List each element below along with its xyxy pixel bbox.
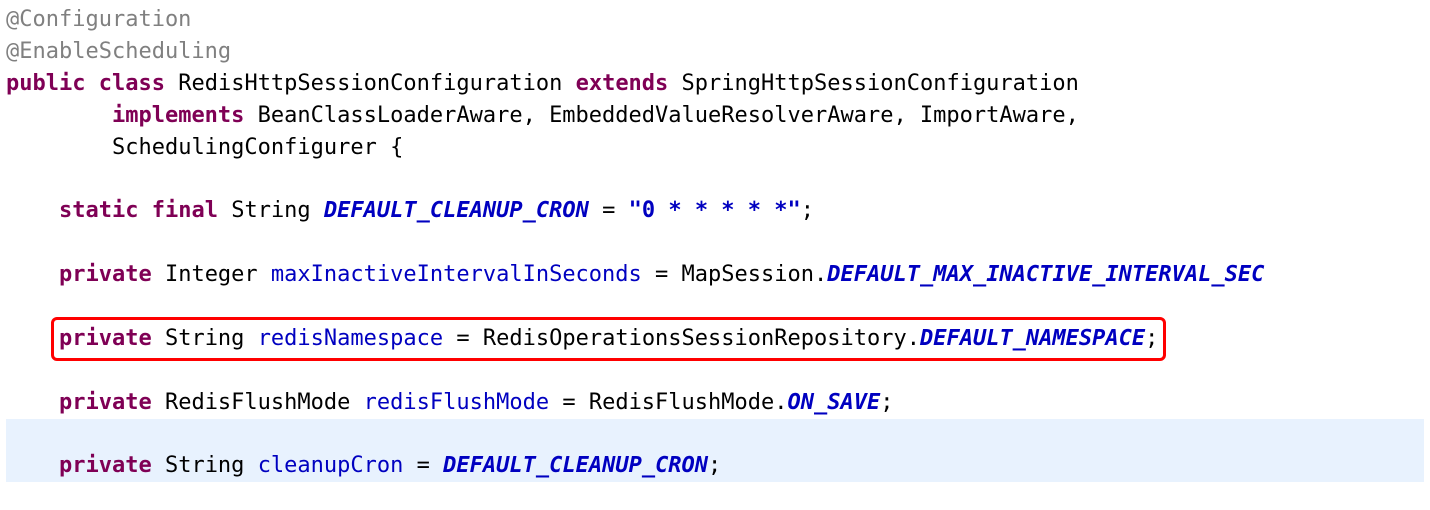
- equals: =: [549, 390, 589, 415]
- field-redis-namespace: redisNamespace: [258, 326, 443, 351]
- equals: =: [403, 453, 443, 478]
- string-literal: "0 * * * * *": [629, 198, 801, 223]
- equals: =: [589, 198, 629, 223]
- highlighted-line: private String redisNamespace = RedisOpe…: [59, 323, 1158, 355]
- type-integer: Integer: [165, 262, 258, 287]
- const-ref: ON_SAVE: [788, 390, 881, 415]
- field-flush-mode: redisFlushMode: [364, 390, 549, 415]
- qualifier: RedisFlushMode.: [589, 390, 788, 415]
- field-cleanup-cron: cleanupCron: [258, 453, 404, 478]
- equals: =: [443, 326, 483, 351]
- keyword-private: private: [59, 262, 152, 287]
- keyword-private: private: [59, 326, 152, 351]
- keyword-extends: extends: [576, 71, 669, 96]
- type-string: String: [165, 326, 244, 351]
- const-ref: DEFAULT_NAMESPACE: [920, 326, 1145, 351]
- class-name: RedisHttpSessionConfiguration: [178, 71, 562, 96]
- const-ref: DEFAULT_CLEANUP_CRON: [443, 453, 708, 478]
- keyword-static: static: [59, 198, 138, 223]
- keyword-private: private: [59, 390, 152, 415]
- keyword-public: public: [6, 71, 85, 96]
- super-class: SpringHttpSessionConfiguration: [682, 71, 1079, 96]
- const-name: DEFAULT_CLEANUP_CRON: [324, 198, 589, 223]
- const-ref: DEFAULT_MAX_INACTIVE_INTERVAL_SEC: [827, 262, 1264, 287]
- field-max-inactive: maxInactiveIntervalInSeconds: [271, 262, 642, 287]
- semicolon: ;: [1145, 326, 1158, 351]
- qualifier: MapSession.: [682, 262, 828, 287]
- semicolon: ;: [708, 453, 721, 478]
- type-string: String: [165, 453, 244, 478]
- code-block: @Configuration @EnableScheduling public …: [0, 0, 1430, 494]
- type-flushmode: RedisFlushMode: [165, 390, 350, 415]
- keyword-private: private: [59, 453, 152, 478]
- semicolon: ;: [801, 198, 814, 223]
- selection-background: private String cleanupCron = DEFAULT_CLE…: [6, 419, 1424, 483]
- annotation: @Configuration: [6, 7, 191, 32]
- interfaces-line1: BeanClassLoaderAware, EmbeddedValueResol…: [258, 103, 1079, 128]
- type-string: String: [231, 198, 310, 223]
- keyword-final: final: [152, 198, 218, 223]
- qualifier: RedisOperationsSessionRepository.: [483, 326, 920, 351]
- annotation: @EnableScheduling: [6, 39, 231, 64]
- equals: =: [642, 262, 682, 287]
- semicolon: ;: [880, 390, 893, 415]
- keyword-implements: implements: [112, 103, 244, 128]
- keyword-class: class: [99, 71, 165, 96]
- interfaces-line2: SchedulingConfigurer {: [112, 135, 403, 160]
